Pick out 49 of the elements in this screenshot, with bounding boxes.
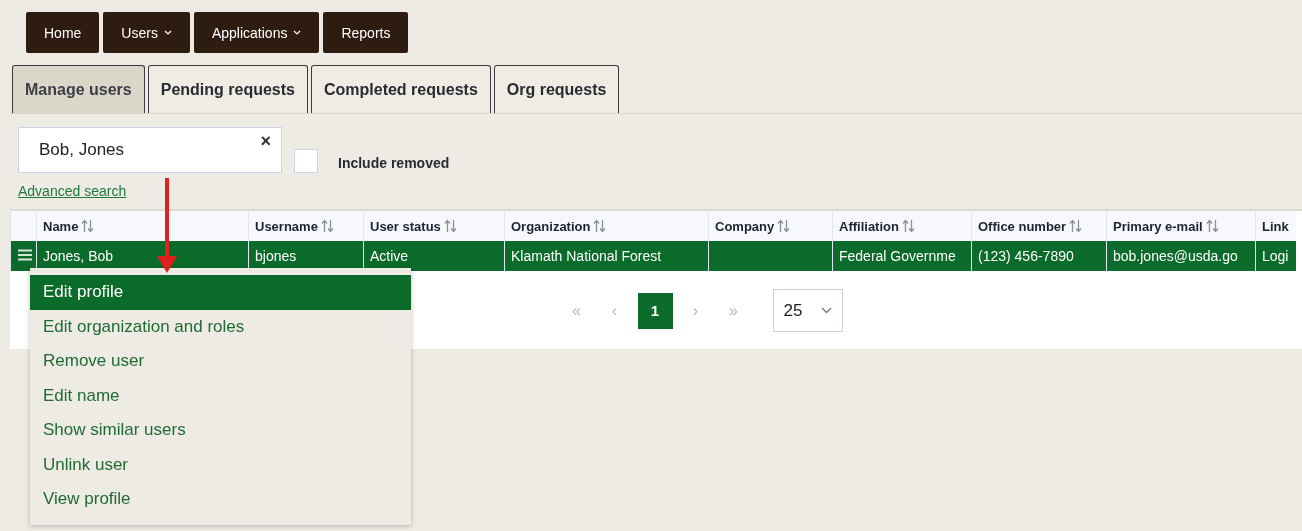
column-header[interactable]: Affiliation	[832, 211, 972, 241]
column-header[interactable]: Organization	[504, 211, 709, 241]
column-header[interactable]: Office number	[971, 211, 1107, 241]
menu-item[interactable]: Edit profile	[30, 275, 411, 310]
nav-button[interactable]: Reports	[323, 12, 409, 53]
tab[interactable]: Completed requests	[310, 65, 491, 113]
table-cell: (123) 456-7890	[971, 241, 1107, 271]
menu-item[interactable]: Edit name	[30, 378, 411, 413]
nav-button[interactable]: Users	[103, 12, 190, 53]
menu-item[interactable]: Show similar users	[30, 413, 411, 448]
nav-button[interactable]: Home	[26, 12, 100, 53]
sort-icon[interactable]	[81, 219, 95, 233]
column-header[interactable]: Username	[248, 211, 364, 241]
clear-button[interactable]: ×	[260, 131, 271, 152]
column-header[interactable]: Company	[708, 211, 833, 241]
page-button[interactable]: 1	[637, 292, 673, 329]
nav-button[interactable]: Applications	[193, 12, 320, 53]
column-header[interactable]: Link	[1255, 211, 1296, 241]
table-cell: Federal Governme	[832, 241, 972, 271]
column-header[interactable]: User status	[363, 211, 505, 241]
menu-item[interactable]: Remove user	[30, 344, 411, 379]
sort-icon[interactable]	[443, 219, 457, 233]
tab[interactable]: Manage users	[12, 65, 145, 113]
table-cell: bob.jones@usda.go	[1106, 241, 1256, 271]
page-size-select[interactable]: 25	[772, 289, 843, 332]
menu-item[interactable]: Unlink user	[30, 447, 411, 482]
sort-icon[interactable]	[320, 219, 334, 233]
caret-icon	[163, 30, 172, 35]
sort-icon[interactable]	[1069, 219, 1083, 233]
table-row[interactable]: Jones, Bob bjones Active Klamath National Forest Federal Governme (123) 456-7890 bob.jones@usda.go Logi	[10, 241, 1296, 271]
tab[interactable]: Org requests	[493, 65, 620, 113]
menu-item[interactable]: Edit organization and roles	[30, 309, 411, 344]
checkbox-label: Include removed	[338, 155, 450, 171]
menu-icon[interactable]	[17, 249, 33, 261]
sort-icon[interactable]	[1205, 219, 1219, 233]
column-header[interactable]: Primary e-mail	[1106, 211, 1256, 241]
sort-icon[interactable]	[901, 219, 915, 233]
advanced-search-link[interactable]: Advanced search	[18, 183, 127, 199]
tab[interactable]: Pending requests	[147, 65, 308, 113]
sort-icon[interactable]	[777, 219, 791, 233]
checkbox[interactable]	[294, 149, 318, 173]
table-cell: Klamath National Forest	[504, 241, 709, 271]
column-header[interactable]: Name	[36, 211, 249, 241]
search-field[interactable]: Bob, Jones ×	[18, 127, 282, 173]
sort-icon[interactable]	[593, 219, 607, 233]
table-cell: Logi	[1255, 241, 1296, 271]
caret-icon	[293, 30, 302, 35]
chevron-down-icon	[820, 307, 832, 314]
menu-item[interactable]: View profile	[30, 482, 411, 517]
